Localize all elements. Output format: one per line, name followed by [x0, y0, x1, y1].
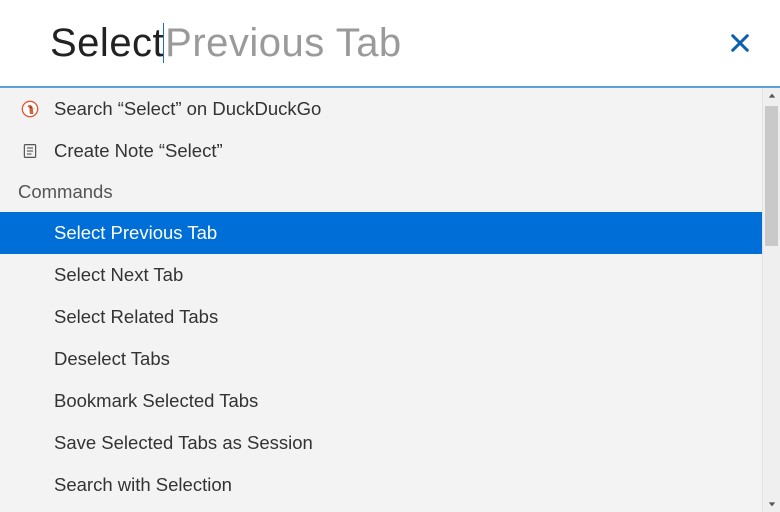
command-label: Select Next Tab — [54, 264, 183, 286]
command-label: Search with Selection — [54, 474, 232, 496]
search-input[interactable]: Select Previous Tab — [50, 13, 720, 73]
text-caret — [163, 23, 164, 63]
action-label: Create Note “Select” — [54, 140, 223, 162]
close-button[interactable] — [720, 23, 760, 63]
command-bookmark-selected-tabs[interactable]: Bookmark Selected Tabs — [0, 380, 762, 422]
scroll-up-arrow-icon[interactable] — [763, 88, 780, 104]
action-search-duckduckgo[interactable]: Search “Select” on DuckDuckGo — [0, 88, 762, 130]
command-select-next-tab[interactable]: Select Next Tab — [0, 254, 762, 296]
scroll-thumb[interactable] — [765, 106, 778, 246]
scrollbar[interactable] — [762, 88, 780, 512]
note-icon — [18, 142, 42, 160]
header: Select Previous Tab — [0, 0, 780, 86]
section-label: Commands — [18, 181, 113, 203]
results-list: Search “Select” on DuckDuckGo Create Not… — [0, 88, 762, 512]
quick-commands-panel: Select Previous Tab Search “Select” on D… — [0, 0, 780, 512]
command-label: Bookmark Selected Tabs — [54, 390, 258, 412]
command-label: Deselect Tabs — [54, 348, 170, 370]
search-typed-text: Select — [50, 21, 164, 66]
command-save-selected-tabs-session[interactable]: Save Selected Tabs as Session — [0, 422, 762, 464]
action-create-note[interactable]: Create Note “Select” — [0, 130, 762, 172]
command-select-previous-tab[interactable]: Select Previous Tab — [0, 212, 762, 254]
command-label: Save Selected Tabs as Session — [54, 432, 313, 454]
command-label: Select Previous Tab — [54, 222, 217, 244]
search-suggestion-text: Previous Tab — [165, 21, 402, 66]
command-select-related-tabs[interactable]: Select Related Tabs — [0, 296, 762, 338]
scroll-down-arrow-icon[interactable] — [763, 496, 780, 512]
action-label: Search “Select” on DuckDuckGo — [54, 98, 321, 120]
duckduckgo-icon — [18, 99, 42, 119]
command-label: Select Related Tabs — [54, 306, 218, 328]
close-icon — [729, 32, 751, 54]
section-heading-commands: Commands — [0, 172, 762, 212]
command-deselect-tabs[interactable]: Deselect Tabs — [0, 338, 762, 380]
results-area: Search “Select” on DuckDuckGo Create Not… — [0, 88, 780, 512]
command-search-with-selection[interactable]: Search with Selection — [0, 464, 762, 506]
